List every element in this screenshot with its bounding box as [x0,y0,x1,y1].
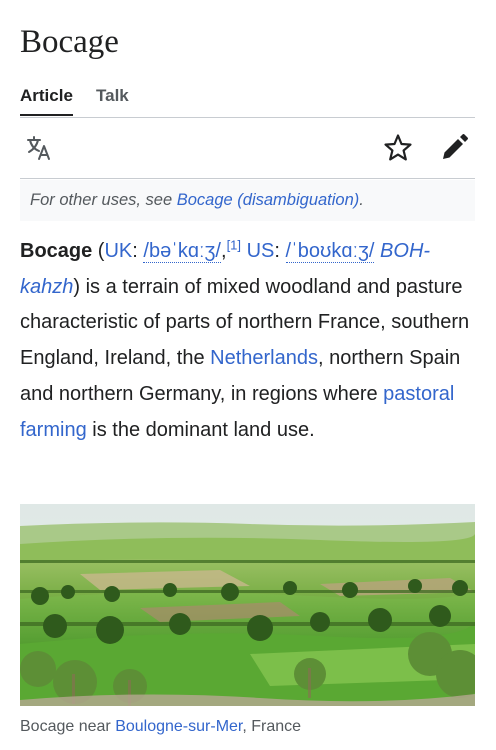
tab-article[interactable]: Article [20,86,73,116]
hatnote-disambiguation-link[interactable]: Bocage (disambiguation) [177,191,360,209]
lead-term: Bocage [20,240,93,262]
figure-caption: Bocage near Boulogne-sur-Mer, France [20,716,301,738]
us-ipa-link[interactable]: /ˈboʊkɑːʒ/ [285,240,375,263]
hatnote: For other uses, see Bocage (disambiguati… [20,180,475,221]
intro-text-3: is the dominant land use. [86,418,315,441]
uk-label-link[interactable]: UK [104,240,132,262]
translate-icon[interactable] [24,132,56,164]
edit-pencil-icon[interactable] [438,132,470,164]
namespace-tabs: Article Talk [20,86,475,118]
caption-prefix: Bocage near [20,718,116,735]
intro-paragraph: Bocage (UK: /bəˈkɑːʒ/,[1] US: /ˈboʊkɑːʒ/… [20,234,475,448]
boulogne-sur-mer-link[interactable]: Boulogne-sur-Mer [115,718,242,735]
actions-divider [20,178,475,179]
page-actions-bar [20,118,475,178]
hatnote-prefix: For other uses, see [30,191,177,209]
reference-1-link[interactable]: [1] [227,237,241,252]
caption-suffix: , France [242,718,302,735]
netherlands-link[interactable]: Netherlands [210,347,318,369]
paren-open: ( [92,240,105,262]
us-label-link[interactable]: US [247,240,275,262]
bocage-landscape-photo[interactable] [20,504,475,706]
hatnote-suffix: . [359,191,364,209]
colon: : [274,240,286,262]
colon: : [132,240,144,262]
watch-star-icon[interactable] [382,132,414,164]
uk-ipa-link[interactable]: /bəˈkɑːʒ/ [143,240,221,263]
tab-talk[interactable]: Talk [96,86,129,106]
page-title: Bocage [20,24,119,60]
